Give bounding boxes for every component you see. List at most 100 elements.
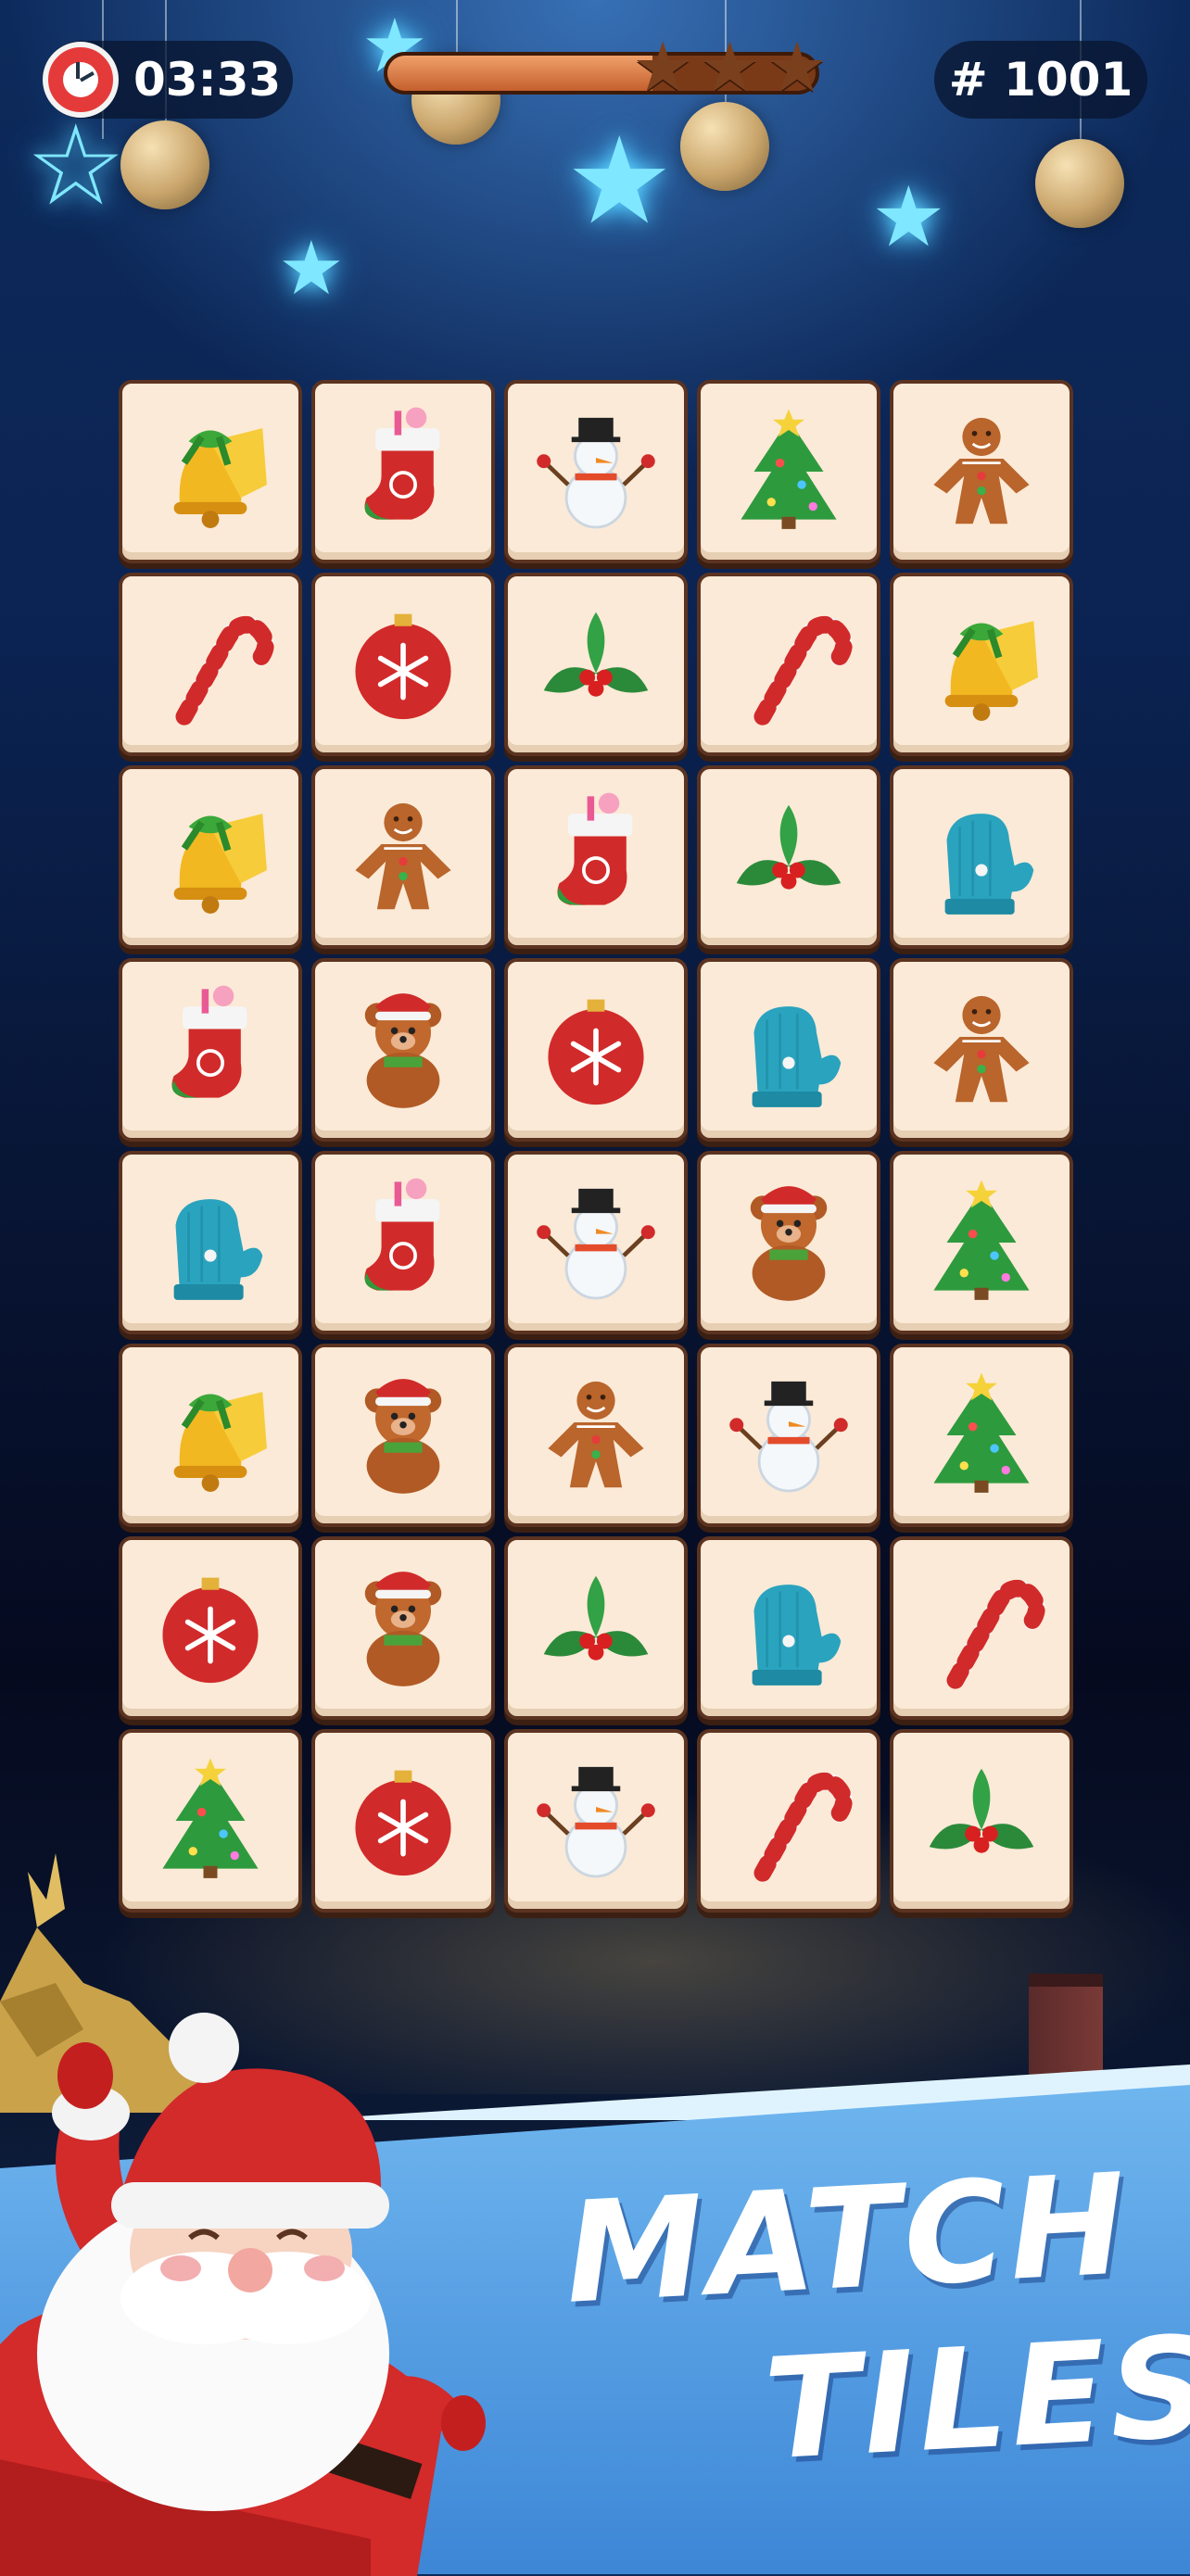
stocking-icon bbox=[557, 792, 633, 905]
tree-icon bbox=[741, 409, 837, 529]
ornament-icon bbox=[355, 613, 451, 720]
teddy-bear-icon bbox=[364, 1379, 442, 1494]
tile-teddy-bear[interactable] bbox=[697, 1151, 880, 1334]
star-decoration-icon: ☆ bbox=[26, 102, 126, 231]
star-decoration-icon: ★ bbox=[871, 169, 946, 266]
star-decoration-icon: ★ bbox=[565, 110, 674, 251]
bell-icon bbox=[173, 1392, 267, 1492]
tile-ornament[interactable] bbox=[119, 1536, 302, 1720]
bauble-icon bbox=[120, 120, 209, 209]
star-icon: ★ bbox=[699, 28, 761, 107]
level-number: # 1001 bbox=[948, 53, 1133, 107]
stocking-icon bbox=[364, 407, 440, 520]
tile-teddy-bear[interactable] bbox=[311, 958, 495, 1142]
tile-teddy-bear[interactable] bbox=[311, 1344, 495, 1527]
tile-board bbox=[119, 380, 1073, 1913]
bauble-icon bbox=[1035, 139, 1124, 228]
chimney bbox=[1029, 1974, 1103, 2079]
star-icon: ★ bbox=[766, 28, 829, 107]
tile-snowman[interactable] bbox=[504, 1729, 688, 1913]
holly-icon bbox=[736, 804, 842, 890]
level-pill: # 1001 bbox=[934, 41, 1147, 119]
gingerbread-icon bbox=[933, 995, 1030, 1103]
tile-teddy-bear[interactable] bbox=[311, 1536, 495, 1720]
tile-gingerbread[interactable] bbox=[890, 380, 1073, 563]
tile-gingerbread[interactable] bbox=[311, 765, 495, 949]
tile-stocking[interactable] bbox=[311, 380, 495, 563]
tile-holly[interactable] bbox=[504, 1536, 688, 1720]
tile-gingerbread[interactable] bbox=[890, 958, 1073, 1142]
tile-candy-cane[interactable] bbox=[890, 1536, 1073, 1720]
timer-value: 03:33 bbox=[133, 53, 282, 107]
mitten-icon bbox=[944, 814, 1034, 915]
bell-icon bbox=[944, 621, 1038, 721]
timer-pill: 03:33 bbox=[43, 41, 293, 119]
candy-cane-icon bbox=[753, 1772, 853, 1882]
tile-ornament[interactable] bbox=[311, 1729, 495, 1913]
tile-stocking[interactable] bbox=[504, 765, 688, 949]
progress-fill bbox=[387, 56, 653, 91]
teddy-bear-icon bbox=[750, 1186, 828, 1301]
bell-icon bbox=[173, 428, 267, 528]
gingerbread-icon bbox=[355, 802, 451, 910]
mitten-icon bbox=[752, 1585, 842, 1686]
tile-snowman[interactable] bbox=[504, 1151, 688, 1334]
teddy-bear-icon bbox=[364, 1572, 442, 1686]
tile-bell[interactable] bbox=[119, 1344, 302, 1527]
tree-icon bbox=[933, 1180, 1030, 1300]
tile-candy-cane[interactable] bbox=[697, 1729, 880, 1913]
tile-bell[interactable] bbox=[119, 380, 302, 563]
tile-snowman[interactable] bbox=[504, 380, 688, 563]
ornament-icon bbox=[548, 999, 644, 1105]
gingerbread-icon bbox=[548, 1381, 644, 1488]
snowman-icon bbox=[537, 1188, 655, 1300]
tile-tree[interactable] bbox=[697, 380, 880, 563]
gingerbread-icon bbox=[933, 417, 1030, 524]
candy-cane-icon bbox=[753, 615, 853, 726]
tile-candy-cane[interactable] bbox=[119, 573, 302, 756]
tile-bell[interactable] bbox=[890, 573, 1073, 756]
candy-cane-icon bbox=[175, 615, 274, 726]
ornament-icon bbox=[355, 1770, 451, 1876]
stocking-icon bbox=[171, 985, 247, 1098]
tree-icon bbox=[933, 1372, 1030, 1493]
tile-ornament[interactable] bbox=[504, 958, 688, 1142]
holly-icon bbox=[929, 1768, 1034, 1853]
tile-snowman[interactable] bbox=[697, 1344, 880, 1527]
tile-mitten[interactable] bbox=[697, 1536, 880, 1720]
snowman-icon bbox=[537, 1766, 655, 1878]
tile-holly[interactable] bbox=[697, 765, 880, 949]
bauble-icon bbox=[680, 102, 769, 191]
tile-mitten[interactable] bbox=[890, 765, 1073, 949]
tile-stocking[interactable] bbox=[119, 958, 302, 1142]
star-decoration-icon: ★ bbox=[278, 225, 345, 311]
mitten-icon bbox=[173, 1199, 263, 1300]
progress-stars: ★ ★ ★ bbox=[632, 33, 828, 102]
tile-gingerbread[interactable] bbox=[504, 1344, 688, 1527]
snowman-icon bbox=[537, 417, 655, 529]
holly-icon bbox=[543, 612, 649, 697]
tile-tree[interactable] bbox=[890, 1151, 1073, 1334]
banner-title-line1: MATCH bbox=[561, 2144, 1134, 2335]
clock-icon bbox=[43, 42, 119, 118]
teddy-bear-icon bbox=[364, 993, 442, 1108]
tile-candy-cane[interactable] bbox=[697, 573, 880, 756]
tile-stocking[interactable] bbox=[311, 1151, 495, 1334]
tile-ornament[interactable] bbox=[311, 573, 495, 756]
santa-icon bbox=[0, 2013, 486, 2576]
string bbox=[456, 0, 458, 56]
tile-mitten[interactable] bbox=[697, 958, 880, 1142]
stocking-icon bbox=[364, 1178, 440, 1291]
tile-holly[interactable] bbox=[890, 1729, 1073, 1913]
candy-cane-icon bbox=[946, 1579, 1045, 1689]
tile-mitten[interactable] bbox=[119, 1151, 302, 1334]
holly-icon bbox=[543, 1575, 649, 1661]
star-icon: ★ bbox=[632, 28, 694, 107]
mitten-icon bbox=[752, 1006, 842, 1107]
tile-bell[interactable] bbox=[119, 765, 302, 949]
snowman-icon bbox=[729, 1381, 848, 1493]
tile-holly[interactable] bbox=[504, 573, 688, 756]
banner-title-line2: TILES! bbox=[760, 2303, 1190, 2492]
tile-tree[interactable] bbox=[890, 1344, 1073, 1527]
bell-icon bbox=[173, 814, 267, 914]
